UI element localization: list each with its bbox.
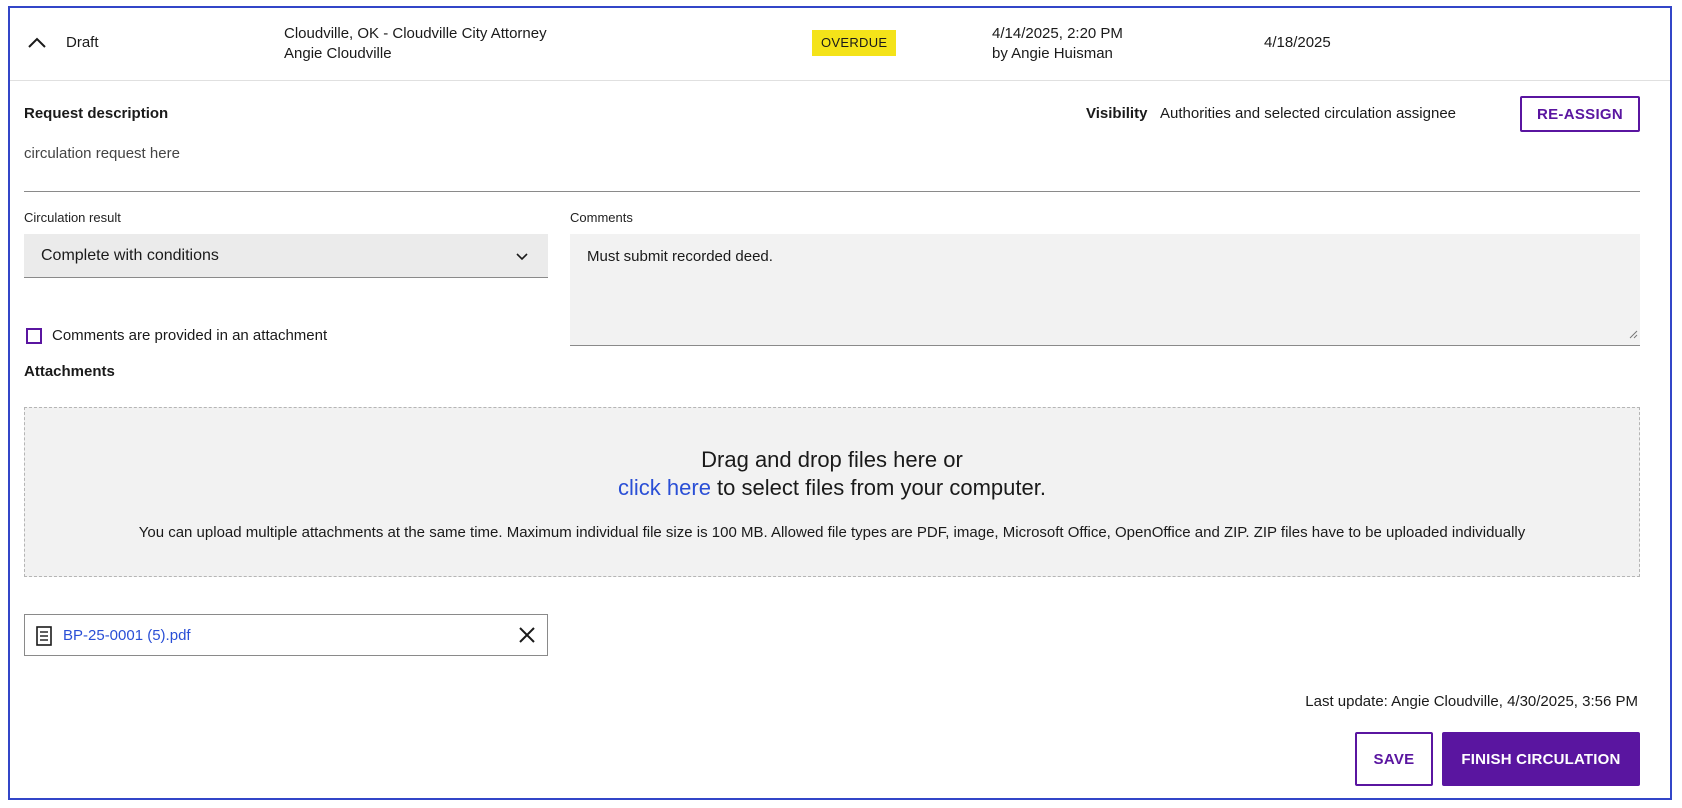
click-here-link[interactable]: click here [618,475,711,500]
due-date: 4/18/2025 [1264,34,1331,51]
chevron-up-icon[interactable] [26,32,48,54]
document-icon [35,626,53,651]
chevron-down-icon [514,248,530,269]
attachment-item: BP-25-0001 (5).pdf [24,614,548,656]
attachment-file-link[interactable]: BP-25-0001 (5).pdf [63,626,191,646]
attachment-comments-checkbox-row[interactable]: Comments are provided in an attachment [26,326,327,346]
visibility-label: Visibility [1086,105,1148,122]
created-by: by Angie Huisman [992,45,1113,62]
attachment-comments-checkbox[interactable] [26,328,42,344]
created-date: 4/14/2025, 2:20 PM [992,25,1123,42]
attachments-title: Attachments [24,363,115,380]
authority-info: Cloudville, OK - Cloudville City Attorne… [284,24,547,64]
comments-textarea[interactable]: Must submit recorded deed. [570,234,1640,346]
comments-text: Must submit recorded deed. [587,248,773,265]
resize-handle-icon[interactable] [1629,326,1638,343]
assignee-name: Angie Cloudville [284,45,392,62]
last-update-text: Last update: Angie Cloudville, 4/30/2025… [1305,693,1638,710]
comments-label: Comments [570,210,633,225]
section-divider [24,191,1640,192]
reassign-button[interactable]: RE-ASSIGN [1520,96,1640,132]
status-badge: OVERDUE [812,30,897,56]
finish-circulation-button[interactable]: FINISH CIRCULATION [1442,732,1640,786]
dropzone-help-text: You can upload multiple attachments at t… [138,524,1526,541]
dropzone-line2-rest: to select files from your computer. [710,475,1046,500]
circulation-panel: Draft Cloudville, OK - Cloudville City A… [8,6,1672,800]
dropzone-line1: Drag and drop files here or [701,447,963,472]
circulation-result-label: Circulation result [24,210,121,225]
save-button[interactable]: SAVE [1355,732,1433,786]
dropzone-line2: click here to select files from your com… [25,474,1639,502]
circulation-result-select[interactable]: Complete with conditions [24,234,548,278]
circulation-header-row[interactable]: Draft Cloudville, OK - Cloudville City A… [10,8,1670,81]
circulation-result-value: Complete with conditions [41,246,219,264]
created-info: 4/14/2025, 2:20 PM by Angie Huisman [992,24,1123,64]
authority-name: Cloudville, OK - Cloudville City Attorne… [284,25,547,42]
request-description-title: Request description [24,105,169,122]
attachment-comments-checkbox-label: Comments are provided in an attachment [52,327,328,344]
file-dropzone[interactable]: Drag and drop files here or click here t… [24,407,1640,577]
status-text: Draft [66,34,99,51]
visibility-value: Authorities and selected circulation ass… [1160,105,1457,122]
request-description-text: circulation request here [24,145,180,162]
close-icon[interactable] [517,625,537,650]
